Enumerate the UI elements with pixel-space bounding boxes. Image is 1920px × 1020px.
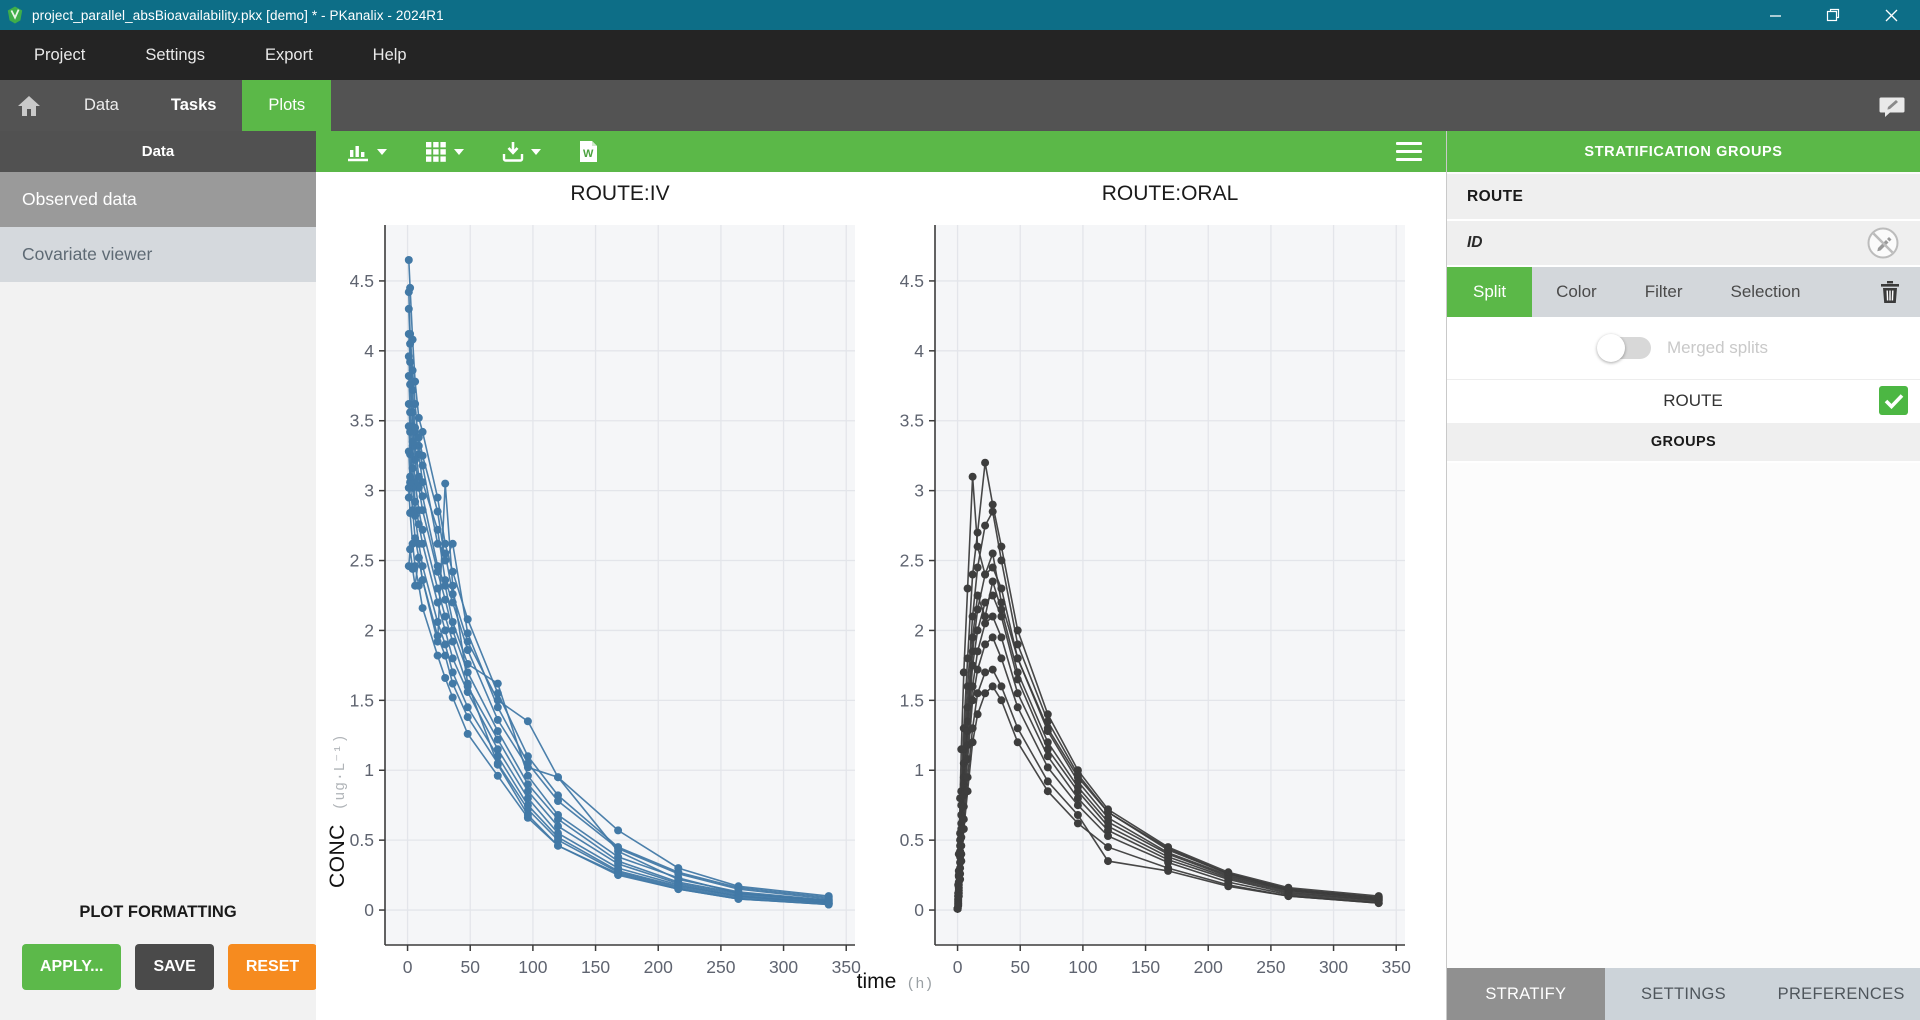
main-tab-bar: Data Tasks Plots	[0, 80, 1920, 131]
menu-export[interactable]: Export	[265, 46, 313, 65]
close-button[interactable]	[1862, 0, 1920, 30]
chart-type-button[interactable]	[346, 142, 387, 162]
export-image-button[interactable]	[502, 141, 541, 163]
restore-button[interactable]	[1804, 0, 1862, 30]
svg-text:0: 0	[914, 900, 924, 920]
svg-text:2.5: 2.5	[350, 551, 374, 571]
menu-project[interactable]: Project	[34, 46, 85, 65]
feedback-button[interactable]	[1864, 80, 1920, 131]
sidebar-header: Data	[0, 131, 316, 172]
layout-grid-icon	[425, 141, 447, 163]
plot-toolbar: W	[316, 131, 1446, 172]
window-title: project_parallel_absBioavailability.pkx …	[32, 8, 444, 23]
reset-button[interactable]: RESET	[228, 944, 317, 990]
merged-splits-toggle[interactable]	[1599, 337, 1651, 359]
x-axis-label: time(h)	[385, 970, 1405, 994]
svg-text:0: 0	[364, 900, 374, 920]
covariate-row-route[interactable]: ROUTE	[1447, 174, 1920, 221]
chevron-down-icon	[377, 149, 387, 155]
menu-settings[interactable]: Settings	[145, 46, 205, 65]
tab-split[interactable]: Split	[1447, 267, 1532, 317]
svg-text:3.5: 3.5	[900, 411, 924, 431]
stratify-mode-tabs: Split Color Filter Selection	[1447, 267, 1920, 317]
covariate-row-id[interactable]: ID	[1447, 221, 1920, 267]
observed-data-plots[interactable]: ROUTE:IV ROUTE:ORAL 05010015020025030035…	[316, 172, 1446, 1020]
svg-text:3: 3	[364, 481, 374, 501]
title-bar: project_parallel_absBioavailability.pkx …	[0, 0, 1920, 30]
pk-concentration-plots[interactable]: 05010015020025030035000.511.522.533.544.…	[316, 172, 1447, 1020]
tab-settings[interactable]: SETTINGS	[1605, 968, 1763, 1020]
sidebar-item-observed-data[interactable]: Observed data	[0, 172, 316, 227]
svg-text:4: 4	[914, 341, 924, 361]
merged-splits-label: Merged splits	[1667, 338, 1768, 358]
minimize-button[interactable]	[1746, 0, 1804, 30]
plot-title-iv: ROUTE:IV	[385, 182, 855, 206]
svg-text:2.5: 2.5	[900, 551, 924, 571]
delete-stratification-button[interactable]	[1880, 267, 1920, 317]
word-report-button[interactable]: W	[579, 140, 598, 163]
tab-stratify[interactable]: STRATIFY	[1447, 968, 1605, 1020]
export-image-icon	[502, 141, 524, 163]
home-icon	[17, 95, 41, 117]
svg-text:1.5: 1.5	[350, 690, 374, 710]
right-panel-bottom-tabs: STRATIFY SETTINGS PREFERENCES	[1447, 968, 1920, 1020]
trash-icon	[1880, 280, 1900, 304]
svg-text:2: 2	[364, 620, 374, 640]
apply-button[interactable]: APPLY...	[22, 944, 121, 990]
svg-text:3: 3	[914, 481, 924, 501]
word-report-icon: W	[579, 140, 598, 163]
tab-filter[interactable]: Filter	[1621, 267, 1707, 317]
svg-text:1: 1	[364, 760, 374, 780]
menu-bar: Project Settings Export Help	[0, 30, 1920, 80]
svg-text:3.5: 3.5	[350, 411, 374, 431]
svg-text:1: 1	[914, 760, 924, 780]
plot-formatting-section: PLOT FORMATTING APPLY... SAVE RESET	[0, 903, 316, 1020]
plot-menu-button[interactable]	[1396, 142, 1422, 161]
feedback-icon	[1879, 95, 1905, 117]
tab-selection[interactable]: Selection	[1706, 267, 1824, 317]
tab-plots[interactable]: Plots	[242, 80, 331, 131]
layout-grid-button[interactable]	[425, 141, 464, 163]
stratification-header: STRATIFICATION GROUPS	[1447, 131, 1920, 172]
menu-help[interactable]: Help	[373, 46, 407, 65]
split-covariate-label: ROUTE	[1447, 391, 1879, 411]
save-button[interactable]: SAVE	[135, 944, 213, 990]
plot-formatting-title: PLOT FORMATTING	[0, 903, 316, 922]
chevron-down-icon	[454, 149, 464, 155]
tab-data[interactable]: Data	[58, 80, 145, 131]
tab-color[interactable]: Color	[1532, 267, 1621, 317]
svg-text:0.5: 0.5	[900, 830, 924, 850]
plot-region: W ROUTE:IV ROUTE:ORAL 050100150200250300…	[316, 131, 1447, 1020]
chart-type-icon	[346, 142, 370, 162]
pkanalix-window: project_parallel_absBioavailability.pkx …	[0, 0, 1920, 1020]
merged-splits-row: Merged splits	[1447, 317, 1920, 379]
stratification-panel: STRATIFICATION GROUPS ROUTE ID Split Col…	[1447, 131, 1920, 1020]
split-covariate-route: ROUTE	[1447, 379, 1920, 421]
svg-text:1.5: 1.5	[900, 690, 924, 710]
y-axis-label: CONC(ug·L⁻¹)	[326, 734, 350, 888]
plot-title-oral: ROUTE:ORAL	[935, 182, 1405, 206]
left-sidebar: Data Observed data Covariate viewer PLOT…	[0, 131, 316, 1020]
tab-preferences[interactable]: PREFERENCES	[1762, 968, 1920, 1020]
chevron-down-icon	[531, 149, 541, 155]
tab-tasks[interactable]: Tasks	[145, 80, 243, 131]
check-icon	[1884, 393, 1904, 409]
route-checkbox[interactable]	[1879, 386, 1908, 415]
edit-disabled-icon[interactable]	[1866, 226, 1900, 260]
sidebar-item-covariate-viewer[interactable]: Covariate viewer	[0, 227, 316, 282]
svg-text:0.5: 0.5	[350, 830, 374, 850]
home-button[interactable]	[0, 80, 58, 131]
svg-text:2: 2	[914, 620, 924, 640]
pkanalix-logo-icon	[6, 6, 24, 24]
svg-text:4.5: 4.5	[350, 271, 374, 291]
svg-text:W: W	[583, 148, 594, 160]
groups-header: GROUPS	[1447, 421, 1920, 463]
svg-text:4.5: 4.5	[900, 271, 924, 291]
svg-text:4: 4	[364, 341, 374, 361]
